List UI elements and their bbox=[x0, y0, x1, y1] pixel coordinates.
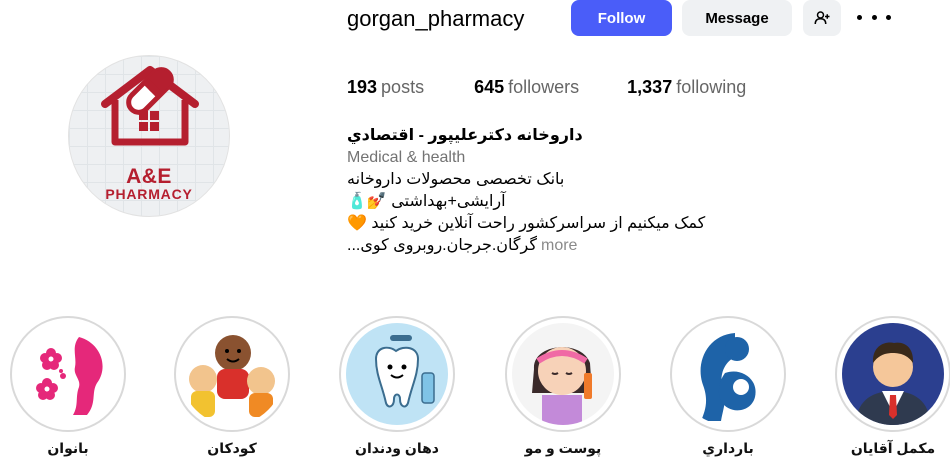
following-label: following bbox=[676, 77, 747, 97]
mother-baby-icon bbox=[700, 333, 756, 421]
highlight-label: پوست و مو bbox=[524, 440, 602, 456]
followers-stat[interactable]: 645 followers bbox=[474, 77, 579, 98]
kids-icon bbox=[189, 335, 275, 417]
bio-line-1: بانک تخصصی محصولات داروخانه bbox=[347, 171, 565, 188]
highlight-men-supplements[interactable]: مکمل آقایان bbox=[835, 316, 950, 456]
profile-stats: 193 posts 645 followers 1,337 following bbox=[347, 77, 796, 98]
profile-bio: داروخانه دکترعلیپور - اقتصادي Medical & … bbox=[347, 125, 787, 257]
highlight-kids[interactable]: کودکان bbox=[174, 316, 290, 456]
bio-line-4-row: گرگان.جرجان.روبروی کوی... more bbox=[347, 235, 787, 257]
highlight-pregnancy[interactable]: بارداري bbox=[670, 316, 786, 456]
bio-display-name: داروخانه دکترعلیپور - اقتصادي bbox=[347, 127, 583, 144]
suggested-users-button[interactable] bbox=[803, 0, 841, 36]
tooth-icon bbox=[374, 335, 435, 408]
highlight-label: کودکان bbox=[207, 440, 257, 456]
bio-more-link[interactable]: more bbox=[541, 237, 577, 254]
highlight-label: بانوان bbox=[47, 440, 89, 456]
girl-skincare-icon bbox=[532, 347, 592, 425]
highlight-label: مکمل آقایان bbox=[850, 440, 936, 456]
bio-line-2: آرایشی+بهداشتی 💅🧴 bbox=[347, 193, 506, 210]
profile-avatar[interactable]: A&E PHARMACY bbox=[68, 55, 230, 217]
following-count: 1,337 bbox=[627, 77, 673, 97]
bio-line-4: گرگان.جرجان.روبروی کوی... bbox=[347, 237, 537, 254]
message-button[interactable]: Message bbox=[682, 0, 792, 36]
highlight-label: دهان ودندان bbox=[355, 440, 439, 456]
add-user-icon bbox=[814, 11, 830, 25]
follow-button[interactable]: Follow bbox=[571, 0, 672, 36]
followers-count: 645 bbox=[474, 77, 505, 97]
man-avatar-icon bbox=[856, 342, 930, 425]
posts-count: 193 bbox=[347, 77, 378, 97]
bio-line-3: کمک میکنیم از سراسرکشور راحت آنلاین خرید… bbox=[347, 215, 706, 232]
following-stat[interactable]: 1,337 following bbox=[627, 77, 746, 98]
highlight-label: بارداري bbox=[702, 440, 754, 456]
highlight-women[interactable]: بانوان bbox=[10, 316, 126, 456]
woman-flower-icon bbox=[36, 337, 103, 415]
posts-stat: 193 posts bbox=[347, 77, 424, 98]
bio-category: Medical & health bbox=[347, 149, 466, 166]
followers-label: followers bbox=[508, 77, 580, 97]
profile-username: gorgan_pharmacy bbox=[347, 6, 525, 31]
highlight-skin-hair[interactable]: پوست و مو bbox=[505, 316, 621, 456]
more-options-icon[interactable] bbox=[857, 6, 891, 28]
posts-label: posts bbox=[381, 77, 425, 97]
logo-text-pharmacy: PHARMACY bbox=[105, 186, 193, 202]
highlight-oral-dental[interactable]: دهان ودندان bbox=[339, 316, 455, 456]
